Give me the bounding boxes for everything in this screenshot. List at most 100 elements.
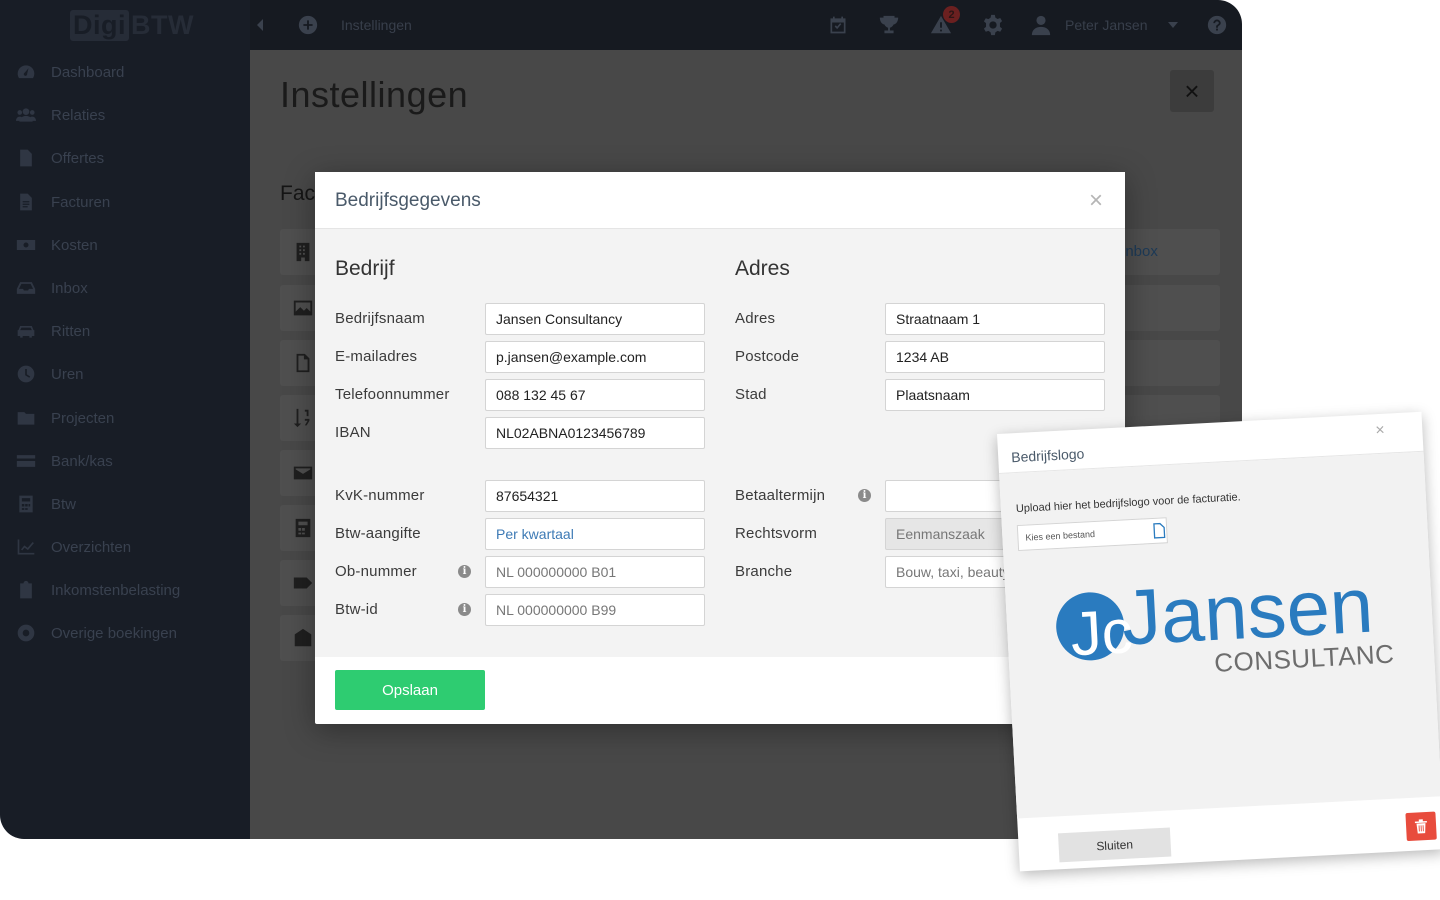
sort-numeric-icon bbox=[292, 407, 314, 429]
sidebar-item-facturen[interactable]: Facturen bbox=[0, 183, 250, 221]
sidebar-item-label: Projecten bbox=[51, 409, 115, 427]
lifebuoy-icon bbox=[14, 623, 38, 643]
sidebar-item-inbox[interactable]: Inbox bbox=[0, 269, 250, 307]
user-name[interactable]: Peter Jansen bbox=[1065, 13, 1148, 37]
add-icon[interactable] bbox=[297, 13, 319, 37]
sidebar-item-label: Bank/kas bbox=[51, 452, 113, 470]
city-input[interactable]: Plaatsnaam bbox=[885, 379, 1105, 411]
chart-icon bbox=[14, 537, 38, 557]
gear-icon[interactable] bbox=[982, 13, 1004, 37]
chevron-down-icon[interactable] bbox=[1168, 13, 1178, 37]
popup-body: Upload hier het bedrijfslogo voor de fac… bbox=[999, 451, 1440, 819]
trophy-icon[interactable] bbox=[877, 13, 901, 37]
sidebar-item-label: Inkomstenbelasting bbox=[51, 581, 181, 599]
btw-id-label: Btw-id bbox=[335, 601, 378, 618]
btw-id-input[interactable]: NL 000000000 B99 bbox=[485, 594, 705, 626]
notifications-badge: 2 bbox=[943, 6, 960, 23]
info-icon[interactable]: i bbox=[458, 565, 471, 578]
sidebar-item-label: Overzichten bbox=[51, 538, 132, 556]
sidebar-item-label: Kosten bbox=[51, 236, 98, 254]
modal-title: Bedrijfsgegevens bbox=[335, 190, 481, 211]
collapse-sidebar-icon[interactable] bbox=[255, 13, 265, 37]
company-logo-preview: Jc Jansen CONSULTANCY bbox=[1056, 561, 1395, 678]
folder-icon bbox=[14, 408, 38, 428]
sidebar-item-label: Relaties bbox=[51, 106, 106, 124]
inbox-icon bbox=[14, 278, 38, 298]
sidebar-item-uren[interactable]: Uren bbox=[0, 355, 250, 393]
company-section-title: Bedrijf bbox=[335, 257, 395, 280]
popup-close-icon[interactable]: × bbox=[1375, 422, 1385, 440]
payment-term-label: Betaaltermijn bbox=[735, 487, 826, 504]
info-icon[interactable]: i bbox=[458, 603, 471, 616]
company-name-input[interactable]: Jansen Consultancy bbox=[485, 303, 705, 335]
top-bar: Instellingen 2 Peter Jansen bbox=[250, 0, 1242, 50]
city-label: Stad bbox=[735, 386, 767, 403]
sidebar-item-label: Dashboard bbox=[51, 63, 125, 81]
sidebar-item-kosten[interactable]: Kosten bbox=[0, 226, 250, 264]
modal-header: Bedrijfsgegevens × bbox=[315, 172, 1125, 229]
calculator-icon bbox=[292, 517, 314, 539]
file-icon bbox=[292, 352, 314, 374]
page-title: Instellingen bbox=[280, 74, 469, 115]
sidebar-item-label: Uren bbox=[51, 365, 84, 383]
sidebar-item-bank-kas[interactable]: Bank/kas bbox=[0, 442, 250, 480]
sidebar-item-label: Offertes bbox=[51, 149, 105, 167]
sidebar-item-projecten[interactable]: Projecten bbox=[0, 399, 250, 437]
sidebar-item-ritten[interactable]: Ritten bbox=[0, 312, 250, 350]
logo-part-btw: BTW bbox=[131, 9, 194, 40]
iban-input[interactable]: NL02ABNA0123456789 bbox=[485, 417, 705, 449]
ob-number-label: Ob-nummer bbox=[335, 563, 417, 580]
email-label: E-mailadres bbox=[335, 348, 418, 365]
users-icon bbox=[14, 105, 38, 125]
btw-aangifte-select[interactable]: Per kwartaal bbox=[485, 518, 705, 550]
close-page-button[interactable]: × bbox=[1170, 70, 1214, 112]
sidebar-item-dashboard[interactable]: Dashboard bbox=[0, 53, 250, 91]
envelope-icon bbox=[292, 462, 314, 484]
trash-icon bbox=[1414, 819, 1427, 834]
popup-title: Bedrijfslogo bbox=[1010, 445, 1085, 466]
app-logo[interactable]: Digi BTW bbox=[70, 7, 194, 43]
address-label: Adres bbox=[735, 310, 776, 327]
mail-bulk-icon bbox=[292, 627, 314, 649]
email-input[interactable]: p.jansen@example.com bbox=[485, 341, 705, 373]
kvk-label: KvK-nummer bbox=[335, 487, 425, 504]
company-name-label: Bedrijfsnaam bbox=[335, 310, 425, 327]
sidebar-item-btw[interactable]: Btw bbox=[0, 485, 250, 523]
ob-number-input[interactable]: NL 000000000 B01 bbox=[485, 556, 705, 588]
kvk-input[interactable]: 87654321 bbox=[485, 480, 705, 512]
delete-button[interactable] bbox=[1405, 811, 1437, 842]
user-icon[interactable] bbox=[1030, 13, 1052, 37]
document-icon bbox=[14, 148, 38, 168]
car-icon bbox=[14, 321, 38, 341]
sidebar-item-overige-boekingen[interactable]: Overige boekingen bbox=[0, 614, 250, 652]
breadcrumb[interactable]: Instellingen bbox=[341, 13, 412, 37]
close-button[interactable]: Sluiten bbox=[1057, 827, 1172, 863]
sidebar: Digi BTW Dashboard Relaties Offertes Fac… bbox=[0, 0, 250, 839]
postcode-input[interactable]: 1234 AB bbox=[885, 341, 1105, 373]
sidebar-item-label: Facturen bbox=[51, 193, 111, 211]
file-placeholder: Kies een bestand bbox=[1025, 529, 1096, 543]
address-input[interactable]: Straatnaam 1 bbox=[885, 303, 1105, 335]
save-button[interactable]: Opslaan bbox=[335, 670, 485, 710]
sidebar-item-overzichten[interactable]: Overzichten bbox=[0, 528, 250, 566]
clipboard-icon bbox=[14, 580, 38, 600]
file-chooser-input[interactable]: Kies een bestand bbox=[1016, 517, 1168, 552]
phone-label: Telefoonnummer bbox=[335, 386, 450, 403]
inbox-link[interactable]: inbox bbox=[1122, 243, 1158, 260]
sidebar-item-inkomstenbelasting[interactable]: Inkomstenbelasting bbox=[0, 571, 250, 609]
image-icon bbox=[292, 297, 314, 319]
clock-icon bbox=[14, 364, 38, 384]
sidebar-item-label: Inbox bbox=[51, 279, 88, 297]
phone-input[interactable]: 088 132 45 67 bbox=[485, 379, 705, 411]
sidebar-item-offertes[interactable]: Offertes bbox=[0, 139, 250, 177]
iban-label: IBAN bbox=[335, 424, 371, 441]
building-icon bbox=[292, 241, 314, 263]
calendar-check-icon[interactable] bbox=[828, 13, 848, 37]
sidebar-item-label: Ritten bbox=[51, 322, 91, 340]
address-section-title: Adres bbox=[735, 257, 790, 280]
help-icon[interactable] bbox=[1206, 13, 1228, 37]
money-icon bbox=[14, 235, 38, 255]
info-icon[interactable]: i bbox=[858, 489, 871, 502]
sidebar-item-relaties[interactable]: Relaties bbox=[0, 96, 250, 134]
modal-close-icon[interactable]: × bbox=[1089, 187, 1103, 215]
